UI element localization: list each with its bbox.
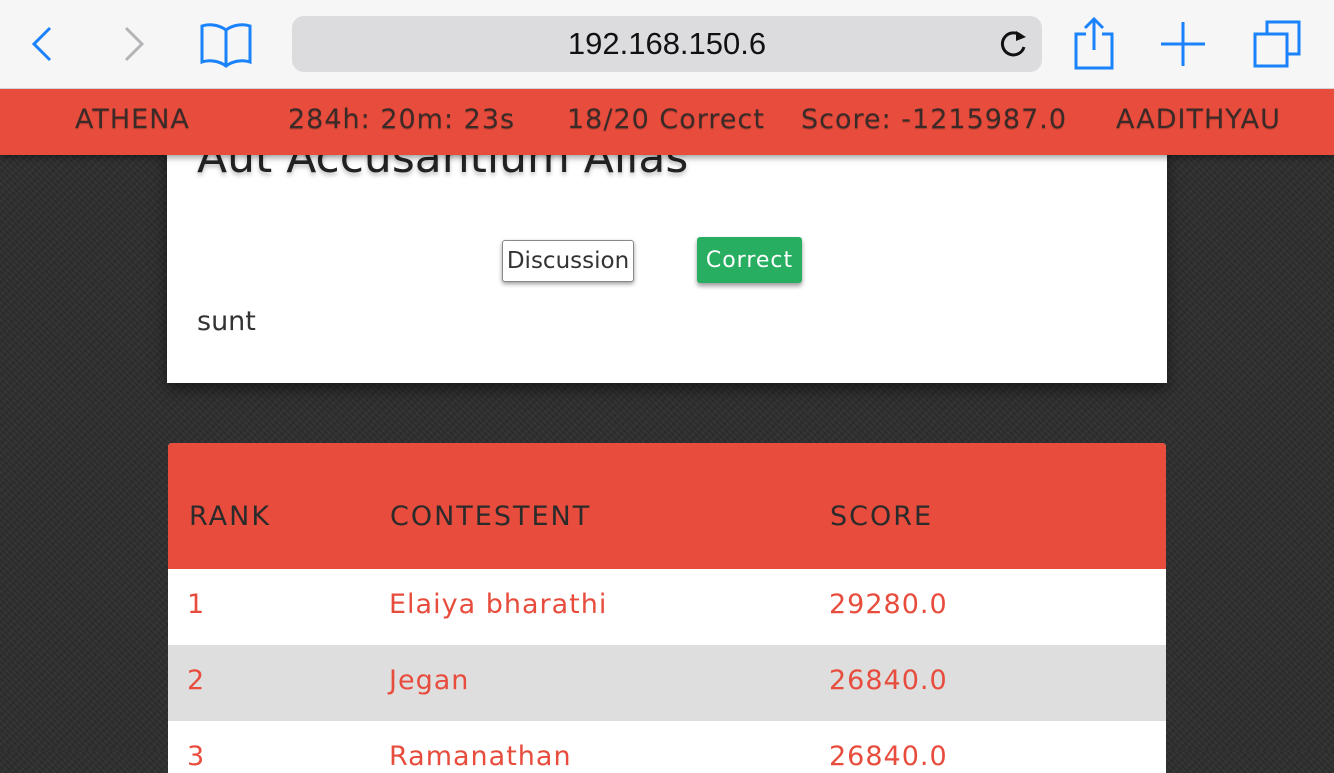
bookmarks-icon[interactable] — [194, 12, 258, 76]
correct-count: 18/20 Correct — [567, 104, 765, 135]
score-display: Score: -1215987.0 — [801, 104, 1068, 135]
rank-header: RANK — [189, 501, 272, 532]
score-cell: 26840.0 — [829, 741, 948, 772]
score-header: SCORE — [830, 501, 934, 532]
score-cell: 26840.0 — [829, 665, 948, 696]
new-tab-icon[interactable] — [1151, 12, 1215, 76]
contestant-cell: Ramanathan — [389, 741, 572, 772]
score-cell: 29280.0 — [829, 589, 948, 620]
table-row[interactable]: 3 Ramanathan 26840.0 — [168, 721, 1166, 773]
contestant-cell: Jegan — [389, 665, 470, 696]
status-bar: ATHENA 284h: 20m: 23s 18/20 Correct Scor… — [0, 88, 1334, 155]
discussion-button[interactable]: Discussion — [502, 240, 634, 282]
reload-icon[interactable] — [996, 27, 1030, 61]
rank-cell: 2 — [187, 665, 206, 696]
rank-cell: 1 — [187, 589, 206, 620]
contestant-cell: Elaiya bharathi — [389, 589, 608, 620]
leaderboard-table: RANK CONTESTENT SCORE 1 Elaiya bharathi … — [168, 443, 1166, 773]
answer-text: sunt — [197, 306, 256, 337]
browser-toolbar: 192.168.150.6 — [0, 0, 1334, 89]
url-text: 192.168.150.6 — [567, 26, 767, 61]
username[interactable]: AADITHYAU — [1116, 104, 1281, 135]
back-icon[interactable] — [11, 12, 75, 76]
address-bar[interactable]: 192.168.150.6 — [292, 16, 1042, 72]
correct-badge[interactable]: Correct — [697, 237, 802, 283]
share-icon[interactable] — [1062, 12, 1126, 76]
table-row[interactable]: 1 Elaiya bharathi 29280.0 — [168, 569, 1166, 645]
tabs-icon[interactable] — [1245, 12, 1309, 76]
rank-cell: 3 — [187, 741, 206, 772]
timer: 284h: 20m: 23s — [288, 104, 516, 135]
app-name[interactable]: ATHENA — [75, 104, 190, 135]
forward-icon[interactable] — [101, 12, 165, 76]
table-header: RANK CONTESTENT SCORE — [168, 443, 1166, 569]
table-row[interactable]: 2 Jegan 26840.0 — [168, 645, 1166, 721]
contestant-header: CONTESTENT — [390, 501, 592, 532]
